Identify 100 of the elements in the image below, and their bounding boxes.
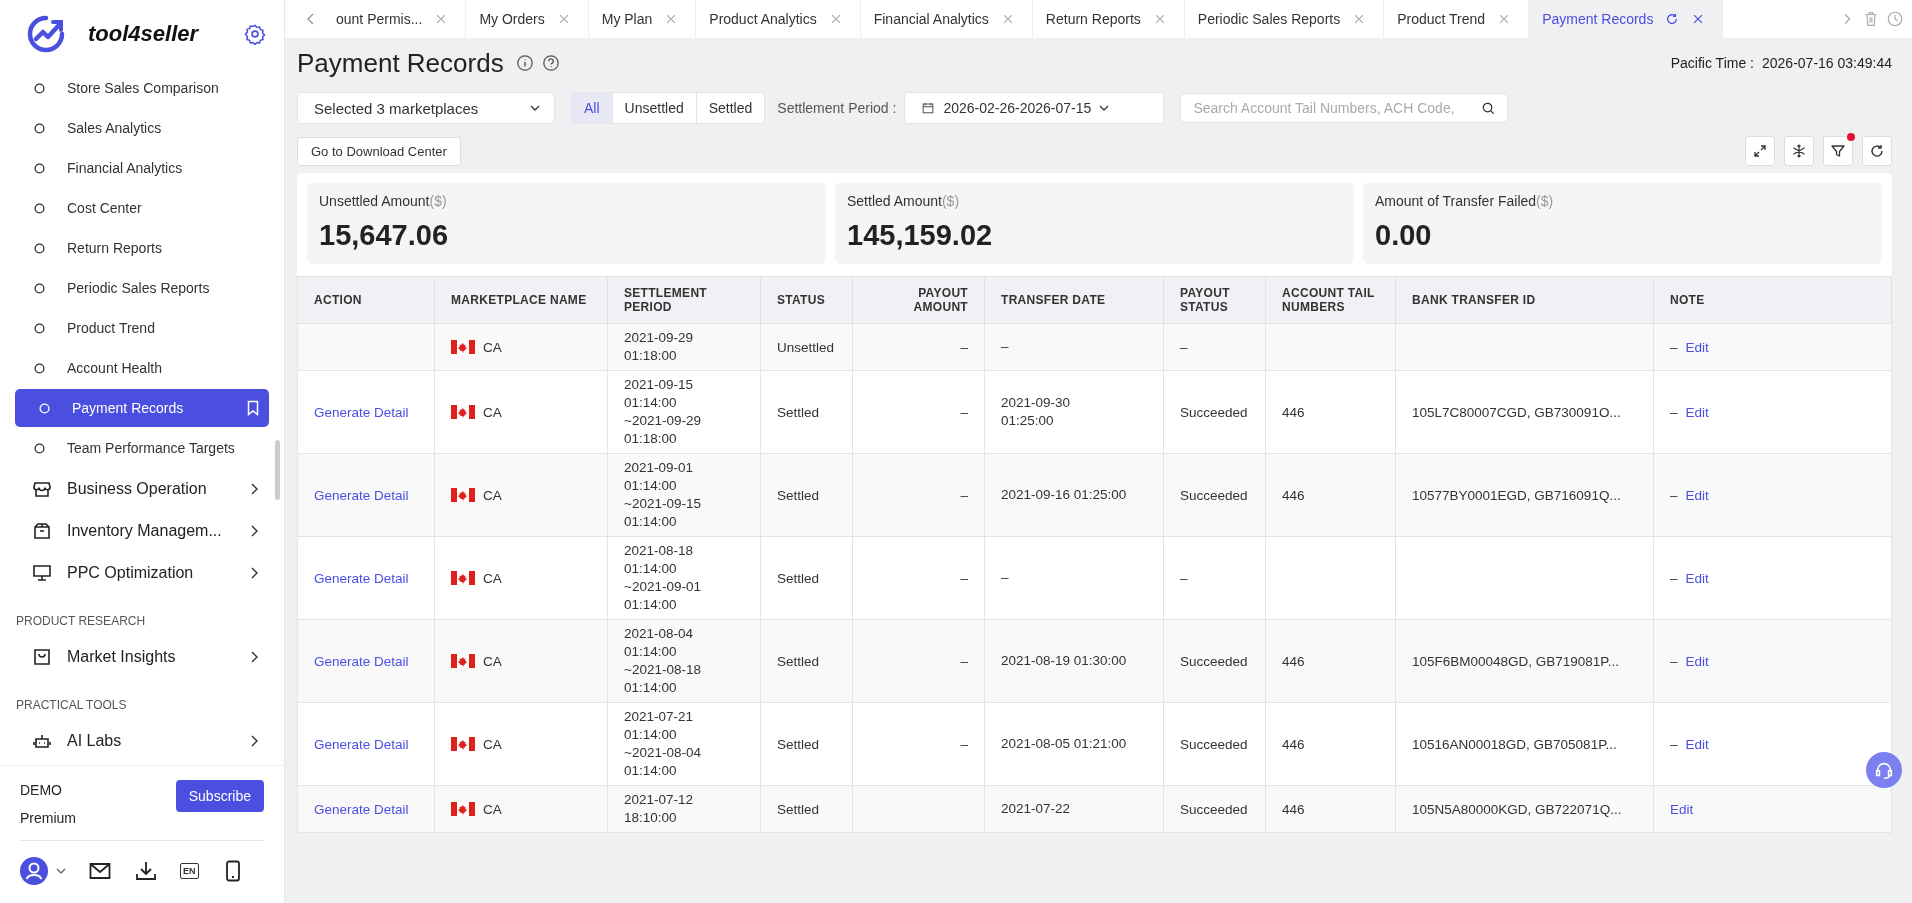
table-cell: – (1180, 339, 1188, 355)
section-heading: PRACTICAL TOOLS (15, 697, 128, 714)
edit-link[interactable]: Edit (1685, 339, 1709, 355)
sidebar-item[interactable]: Account Health (15, 348, 269, 388)
table-cell: 446 (1282, 653, 1305, 669)
card-label: Settled Amount($) (847, 193, 961, 209)
chevron-right-icon (250, 651, 258, 663)
sidebar-item[interactable]: Financial Analytics (15, 148, 269, 188)
column-header: PAYOUT AMOUNT (852, 276, 985, 324)
column-header: BANK TRANSFER ID (1395, 276, 1654, 324)
snowflake-icon[interactable] (1784, 136, 1814, 166)
table-cell: CA (483, 736, 502, 752)
store-icon (32, 479, 52, 499)
flag-icon (451, 654, 475, 668)
generate-detail-link[interactable]: Generate Detail (314, 736, 409, 752)
refresh-icon[interactable] (1665, 12, 1680, 26)
sidebar-group[interactable]: Business Operation (0, 468, 284, 510)
flag-icon (451, 802, 475, 816)
sidebar-item[interactable]: Cost Center (15, 188, 269, 228)
table-cell: 2021-09-16 01:25:00 (1001, 486, 1127, 504)
sidebar-item[interactable]: Periodic Sales Reports (15, 268, 269, 308)
sidebar-item[interactable]: Store Sales Comparison (15, 68, 269, 108)
bag-icon (32, 647, 52, 667)
table-cell: – (1670, 404, 1678, 420)
tab[interactable]: My Orders (466, 0, 589, 38)
table-cell: 2021-08-18 01:14:00 ~2021-09-01 01:14:00 (624, 542, 701, 614)
expand-icon[interactable] (1745, 136, 1775, 166)
sidebar-item[interactable]: Product Trend (15, 308, 269, 348)
download-center-button[interactable]: Go to Download Center (297, 136, 461, 166)
table-cell: Succeeded (1180, 653, 1248, 669)
table-cell: CA (483, 570, 502, 586)
table-cell: 2021-08-05 01:21:00 (1001, 735, 1127, 753)
tab[interactable]: Periodic Sales Reports (1184, 0, 1385, 38)
caret-icon[interactable] (56, 868, 66, 874)
table-cell: Settled (777, 653, 820, 669)
status-filter-tab[interactable]: Unsettled (611, 93, 696, 123)
search-icon[interactable] (1481, 101, 1497, 116)
sidebar-item[interactable]: Payment Records (15, 389, 269, 427)
column-header: MARKETPLACE NAME (434, 276, 608, 324)
flag-icon (451, 737, 475, 751)
table-cell: CA (483, 404, 502, 420)
table-cell: Settled (777, 736, 820, 752)
table-cell: – (960, 736, 968, 752)
edit-link[interactable]: Edit (1685, 570, 1709, 586)
table-cell: – (1001, 569, 1009, 587)
support-button[interactable] (1866, 752, 1902, 788)
language-button[interactable]: EN (180, 863, 199, 879)
period-label: Settlement Period : (777, 100, 897, 116)
edit-link[interactable]: Edit (1670, 801, 1694, 817)
edit-link[interactable]: Edit (1685, 487, 1709, 503)
search-field[interactable]: Search Account Tail Numbers, ACH Code, (1180, 93, 1509, 123)
sidebar-item[interactable]: Sales Analytics (15, 108, 269, 148)
table-cell: Succeeded (1180, 801, 1248, 817)
sidebar-group[interactable]: PPC Optimization (0, 552, 284, 594)
date-range-field[interactable]: 2026-02-26-2026-07-15 (904, 92, 1165, 124)
sidebar-group[interactable]: Market Insights (0, 636, 284, 678)
help-icon[interactable] (541, 54, 560, 72)
filter-icon[interactable] (1823, 136, 1853, 166)
edit-link[interactable]: Edit (1685, 653, 1709, 669)
tab[interactable]: Financial Analytics (860, 0, 1033, 38)
tab[interactable]: My Plan (588, 0, 697, 38)
avatar-icon[interactable] (20, 857, 48, 885)
generate-detail-link[interactable]: Generate Detail (314, 653, 409, 669)
circle-icon (34, 362, 45, 374)
scrollbar[interactable] (275, 440, 280, 500)
card-label: Unsettled Amount($) (319, 193, 448, 209)
refresh-icon[interactable] (1862, 136, 1892, 166)
table-cell: – (1670, 339, 1678, 355)
table-cell: 446 (1282, 736, 1305, 752)
marketplace-select[interactable]: Selected 3 marketplaces (297, 92, 555, 124)
table-cell: 10516AN00018GD, GB705081P... (1412, 736, 1617, 752)
table-cell: 2021-07-12 18:10:00 (624, 791, 694, 827)
table-cell: CA (483, 653, 502, 669)
table-cell: 2021-09-30 01:25:00 (1001, 394, 1071, 430)
status-filter-tab[interactable]: All (572, 93, 612, 123)
tab[interactable]: Return Reports (1032, 0, 1185, 38)
status-filter-tab[interactable]: Settled (695, 93, 765, 123)
generate-detail-link[interactable]: Generate Detail (314, 487, 409, 503)
edit-link[interactable]: Edit (1685, 404, 1709, 420)
tab[interactable]: ount Permis... (323, 0, 467, 38)
column-header: SETTLEMENT PERIOD (607, 276, 761, 324)
table-cell: Succeeded (1180, 736, 1248, 752)
sidebar-group[interactable]: AI Labs (0, 720, 284, 762)
tab[interactable]: Payment Records (1529, 0, 1724, 38)
info-icon[interactable] (515, 54, 534, 72)
bookmark-icon[interactable] (247, 400, 259, 416)
sidebar-item[interactable]: Return Reports (15, 228, 269, 268)
sidebar-item[interactable]: Team Performance Targets (15, 428, 269, 468)
download-icon[interactable] (134, 859, 158, 883)
edit-link[interactable]: Edit (1685, 736, 1709, 752)
generate-detail-link[interactable]: Generate Detail (314, 404, 409, 420)
generate-detail-link[interactable]: Generate Detail (314, 570, 409, 586)
settings-icon[interactable] (244, 23, 266, 45)
column-header: NOTE (1653, 276, 1892, 324)
tab[interactable]: Product Analytics (696, 0, 861, 38)
table-cell: Settled (777, 570, 820, 586)
table-cell: 446 (1282, 487, 1305, 503)
card-value: 0.00 (1375, 219, 1433, 252)
subscribe-button[interactable]: Subscribe (175, 780, 264, 812)
sidebar-group[interactable]: Inventory Managem... (0, 510, 284, 552)
